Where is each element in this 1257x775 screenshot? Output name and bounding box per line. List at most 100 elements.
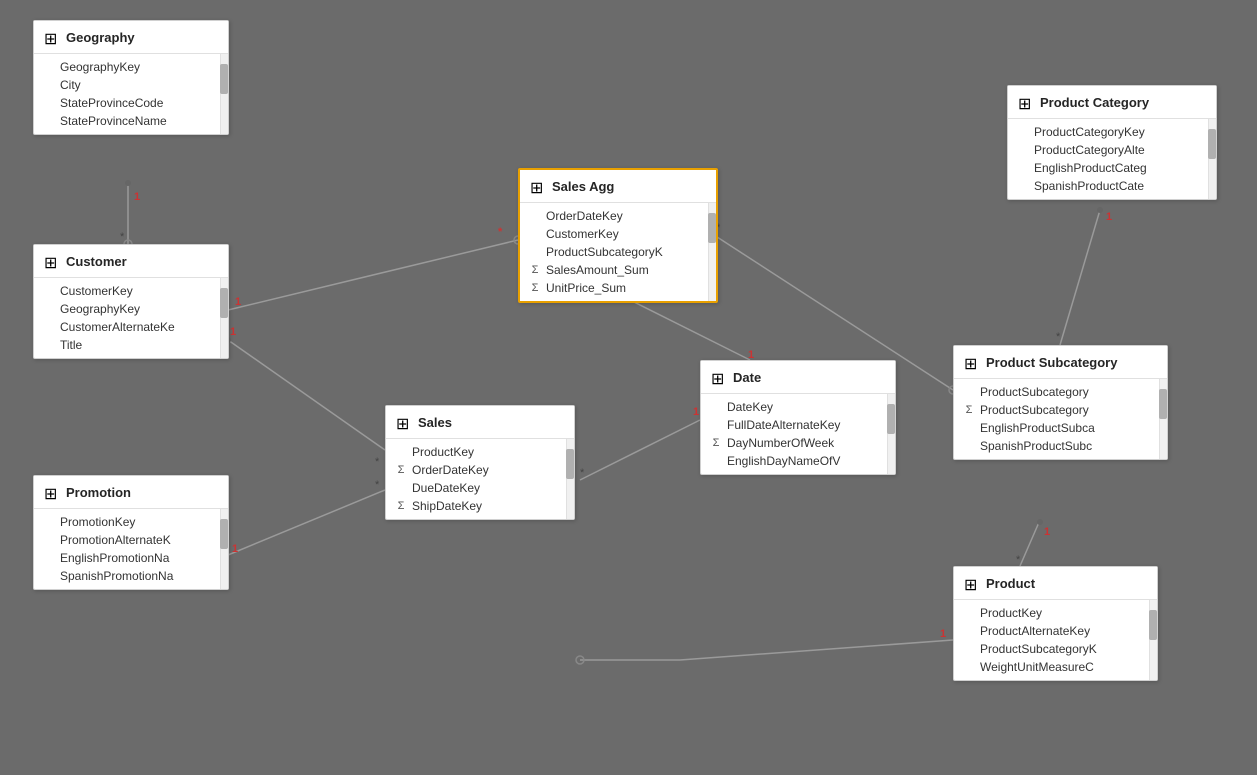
promotion-body: PromotionKey PromotionAlternateK English… — [34, 509, 228, 589]
table-icon-product-category: ⊞ — [1018, 94, 1034, 110]
product-body: ProductKey ProductAlternateKey ProductSu… — [954, 600, 1157, 680]
field-icon — [42, 551, 56, 565]
sigma-icon: Σ — [528, 263, 542, 277]
sales-table: ⊞ Sales ProductKey ΣOrderDateKey DueDate… — [385, 405, 575, 520]
list-item: ProductKey — [954, 604, 1157, 622]
product-subcategory-header: ⊞ Product Subcategory — [954, 346, 1167, 379]
field-icon — [42, 320, 56, 334]
field-icon — [42, 515, 56, 529]
scrollbar[interactable] — [566, 439, 574, 519]
list-item: ProductAlternateKey — [954, 622, 1157, 640]
list-item: SpanishProductCate — [1008, 177, 1216, 195]
sales-title: Sales — [418, 415, 452, 430]
svg-text:1: 1 — [693, 406, 699, 418]
svg-text:*: * — [375, 456, 380, 468]
diagram-canvas: 1 * 1 * 1 * 1 * * 1 * 1 * 1 * — [0, 0, 1257, 775]
field-icon — [709, 400, 723, 414]
scrollbar[interactable] — [220, 278, 228, 358]
list-item: ProductSubcategoryK — [954, 640, 1157, 658]
field-icon — [42, 60, 56, 74]
list-item: GeographyKey — [34, 58, 228, 76]
sigma-icon: Σ — [962, 403, 976, 417]
list-item: ΣShipDateKey — [386, 497, 574, 515]
product-header: ⊞ Product — [954, 567, 1157, 600]
list-item: ΣProductSubcategory — [954, 401, 1167, 419]
list-item: EnglishProductCateg — [1008, 159, 1216, 177]
list-item: CustomerAlternateKe — [34, 318, 228, 336]
list-item: CustomerKey — [34, 282, 228, 300]
sigma-icon: Σ — [528, 281, 542, 295]
scrollbar[interactable] — [1159, 379, 1167, 459]
field-icon — [962, 439, 976, 453]
date-title: Date — [733, 370, 761, 385]
table-icon-date: ⊞ — [711, 369, 727, 385]
list-item: ΣSalesAmount_Sum — [520, 261, 716, 279]
scrollbar[interactable] — [220, 509, 228, 589]
sigma-icon: Σ — [394, 499, 408, 513]
list-item: City — [34, 76, 228, 94]
field-icon — [962, 385, 976, 399]
sales-agg-table: ⊞ Sales Agg OrderDateKey CustomerKey Pro… — [518, 168, 718, 303]
svg-text:1: 1 — [1044, 526, 1050, 538]
list-item: FullDateAlternateKey — [701, 416, 895, 434]
scrollbar[interactable] — [1149, 600, 1157, 680]
field-icon — [42, 338, 56, 352]
table-icon-sales: ⊞ — [396, 414, 412, 430]
scrollbar[interactable] — [708, 203, 716, 301]
scrollbar[interactable] — [1208, 119, 1216, 199]
field-icon — [394, 481, 408, 495]
geography-title: Geography — [66, 30, 135, 45]
svg-text:1: 1 — [134, 191, 140, 203]
field-icon — [962, 421, 976, 435]
customer-body: CustomerKey GeographyKey CustomerAlterna… — [34, 278, 228, 358]
scrollbar[interactable] — [887, 394, 895, 474]
list-item: Title — [34, 336, 228, 354]
product-category-body: ProductCategoryKey ProductCategoryAlte E… — [1008, 119, 1216, 199]
svg-text:*: * — [580, 467, 585, 479]
field-icon — [42, 302, 56, 316]
list-item: GeographyKey — [34, 300, 228, 318]
product-category-header: ⊞ Product Category — [1008, 86, 1216, 119]
field-icon — [1016, 125, 1030, 139]
list-item: CustomerKey — [520, 225, 716, 243]
table-icon-product: ⊞ — [964, 575, 980, 591]
date-table: ⊞ Date DateKey FullDateAlternateKey ΣDay… — [700, 360, 896, 475]
svg-text:1: 1 — [235, 296, 241, 308]
table-icon-promotion: ⊞ — [44, 484, 60, 500]
scrollbar[interactable] — [220, 54, 228, 134]
product-subcategory-title: Product Subcategory — [986, 355, 1117, 370]
field-icon — [962, 624, 976, 638]
svg-text:1: 1 — [232, 543, 238, 555]
sales-body: ProductKey ΣOrderDateKey DueDateKey ΣShi… — [386, 439, 574, 519]
field-icon — [528, 245, 542, 259]
product-title: Product — [986, 576, 1035, 591]
list-item: OrderDateKey — [520, 207, 716, 225]
list-item: EnglishPromotionNa — [34, 549, 228, 567]
table-icon-sales-agg: ⊞ — [530, 178, 546, 194]
customer-title: Customer — [66, 254, 127, 269]
sales-header: ⊞ Sales — [386, 406, 574, 439]
sales-agg-title: Sales Agg — [552, 179, 614, 194]
sigma-icon: Σ — [394, 463, 408, 477]
svg-text:*: * — [1016, 554, 1021, 566]
list-item: EnglishDayNameOfV — [701, 452, 895, 470]
list-item: ProductKey — [386, 443, 574, 461]
list-item: DueDateKey — [386, 479, 574, 497]
product-subcategory-table: ⊞ Product Subcategory ProductSubcategory… — [953, 345, 1168, 460]
geography-header: ⊞ Geography — [34, 21, 228, 54]
field-icon — [962, 660, 976, 674]
geography-body: GeographyKey City StateProvinceCode Stat… — [34, 54, 228, 134]
svg-text:1: 1 — [1106, 211, 1112, 223]
field-icon — [1016, 143, 1030, 157]
table-icon-customer: ⊞ — [44, 253, 60, 269]
list-item: SpanishProductSubc — [954, 437, 1167, 455]
table-icon-product-subcategory: ⊞ — [964, 354, 980, 370]
promotion-table: ⊞ Promotion PromotionKey PromotionAltern… — [33, 475, 229, 590]
list-item: WeightUnitMeasureC — [954, 658, 1157, 676]
svg-text:*: * — [375, 479, 380, 491]
list-item: PromotionKey — [34, 513, 228, 531]
field-icon — [42, 96, 56, 110]
date-body: DateKey FullDateAlternateKey ΣDayNumberO… — [701, 394, 895, 474]
field-icon — [42, 114, 56, 128]
geography-table: ⊞ Geography GeographyKey City StateProvi… — [33, 20, 229, 135]
